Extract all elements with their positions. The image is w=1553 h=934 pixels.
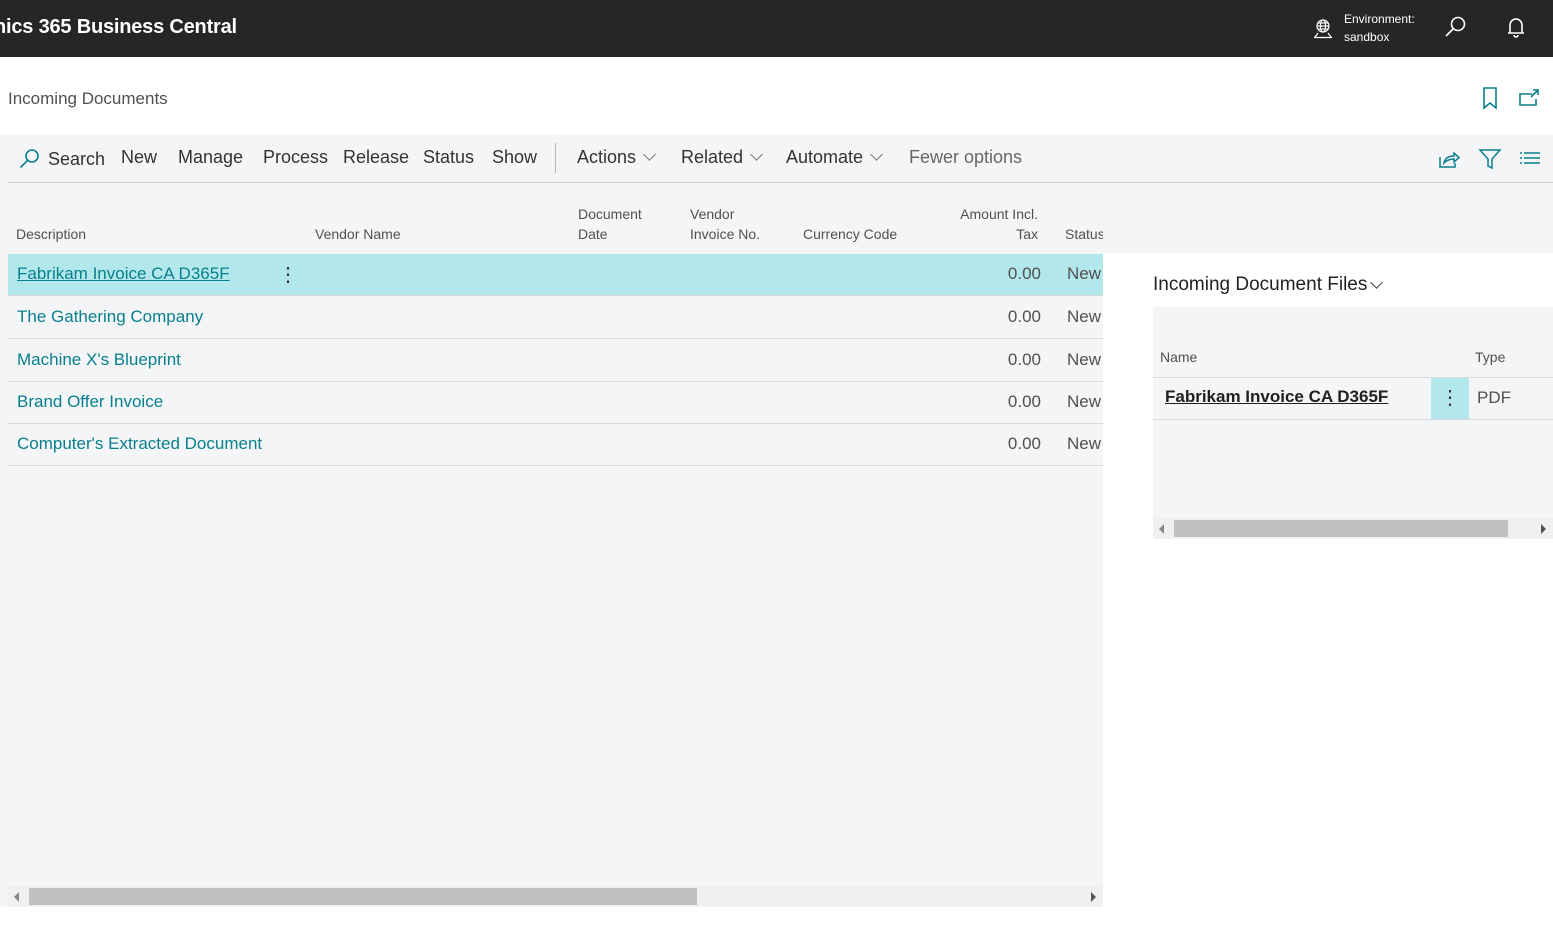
- search-icon[interactable]: [1443, 14, 1469, 40]
- table-row[interactable]: Brand Offer Invoice 0.00 New: [8, 382, 1103, 424]
- scroll-right-icon[interactable]: [1091, 892, 1096, 902]
- amount-cell: 0.00: [1007, 264, 1041, 283]
- filter-icon[interactable]: [1478, 147, 1502, 171]
- description-link[interactable]: Fabrikam Invoice CA D365F: [17, 264, 230, 284]
- table-row[interactable]: Machine X's Blueprint 0.00 New: [8, 340, 1103, 382]
- app-title: nics 365 Business Central: [0, 16, 237, 38]
- related-menu[interactable]: Related: [681, 147, 763, 168]
- file-row-menu-icon[interactable]: ⋮: [1431, 378, 1469, 419]
- column-header-description[interactable]: Description: [16, 224, 86, 244]
- divider: [1153, 377, 1553, 378]
- show-menu[interactable]: Show: [492, 147, 537, 168]
- amount-cell: 0.00: [1007, 392, 1041, 411]
- environment-label: Environment:: [1344, 12, 1415, 26]
- scroll-left-icon[interactable]: [14, 892, 19, 902]
- environment-indicator[interactable]: Environment: sandbox: [1312, 10, 1415, 46]
- automate-menu[interactable]: Automate: [786, 147, 883, 168]
- popout-icon[interactable]: [1518, 88, 1540, 108]
- factbox-title-text: Incoming Document Files: [1153, 274, 1368, 295]
- chevron-down-icon: [643, 148, 656, 161]
- column-header-text: Date: [578, 226, 608, 242]
- toolbar-separator: [555, 143, 556, 173]
- description-link[interactable]: The Gathering Company: [17, 307, 203, 327]
- column-header-text: Invoice No.: [690, 226, 761, 242]
- fewer-options-button[interactable]: Fewer options: [909, 147, 1022, 168]
- description-link[interactable]: Machine X's Blueprint: [17, 350, 181, 370]
- file-type-cell: PDF: [1477, 388, 1511, 407]
- scrollbar-thumb[interactable]: [29, 888, 697, 905]
- scroll-right-icon[interactable]: [1541, 524, 1546, 534]
- automate-label: Automate: [786, 147, 864, 167]
- divider: [1153, 419, 1553, 420]
- status-cell: New: [1067, 434, 1102, 453]
- description-link[interactable]: Computer's Extracted Document: [17, 434, 262, 454]
- factbox-horizontal-scrollbar[interactable]: [1153, 518, 1553, 539]
- page-title: Incoming Documents: [8, 89, 168, 108]
- related-label: Related: [681, 147, 744, 167]
- column-header-text: Tax: [1016, 226, 1038, 242]
- manage-menu[interactable]: Manage: [178, 147, 243, 168]
- status-cell: New: [1067, 264, 1102, 283]
- list-view-icon[interactable]: [1518, 147, 1542, 171]
- chevron-down-icon: [1370, 275, 1384, 289]
- amount-cell: 0.00: [1007, 307, 1041, 326]
- amount-cell: 0.00: [1007, 350, 1041, 369]
- bookmark-icon[interactable]: [1480, 86, 1500, 110]
- factbox-column-type[interactable]: Type: [1475, 349, 1505, 365]
- status-cell: New: [1067, 392, 1102, 411]
- status-cell: New: [1067, 307, 1102, 326]
- column-header-amount-incl-tax[interactable]: Amount Incl. Tax: [940, 204, 1038, 244]
- search-label: Search: [48, 148, 106, 169]
- list-horizontal-scrollbar[interactable]: [8, 886, 1103, 907]
- column-header-text: Document: [578, 206, 642, 222]
- release-menu[interactable]: Release: [343, 147, 409, 168]
- table-row[interactable]: The Gathering Company 0.00 New: [8, 297, 1103, 339]
- description-link[interactable]: Brand Offer Invoice: [17, 392, 163, 412]
- table-row[interactable]: Computer's Extracted Document 0.00 New: [8, 424, 1103, 466]
- new-button[interactable]: New: [121, 147, 157, 168]
- environment-value: sandbox: [1344, 30, 1390, 44]
- row-menu-icon[interactable]: ⋮: [278, 262, 298, 287]
- status-menu[interactable]: Status: [423, 147, 474, 168]
- column-header-document-date[interactable]: Document Date: [578, 204, 642, 244]
- bell-icon[interactable]: [1503, 14, 1529, 40]
- share-icon[interactable]: [1437, 147, 1461, 171]
- globe-icon: [1314, 19, 1332, 39]
- process-menu[interactable]: Process: [263, 147, 328, 168]
- table-row[interactable]: Fabrikam Invoice CA D365F ⋮ 0.00 New: [8, 254, 1103, 296]
- search-button[interactable]: Search: [18, 147, 105, 171]
- column-header-status[interactable]: Status: [1065, 224, 1103, 244]
- actions-menu[interactable]: Actions: [577, 147, 656, 168]
- column-header-text: Amount Incl.: [960, 206, 1038, 222]
- scroll-left-icon[interactable]: [1159, 524, 1164, 534]
- column-header-vendor-name[interactable]: Vendor Name: [315, 224, 401, 244]
- column-header-vendor-invoice-no[interactable]: Vendor Invoice No.: [690, 204, 760, 244]
- chevron-down-icon: [750, 148, 763, 161]
- column-header-currency-code[interactable]: Currency Code: [803, 224, 897, 244]
- factbox-title[interactable]: Incoming Document Files: [1153, 274, 1384, 296]
- factbox-column-name[interactable]: Name: [1160, 349, 1197, 365]
- factbox-panel: [1153, 307, 1553, 539]
- app-header: nics 365 Business Central Environment: s…: [0, 0, 1553, 57]
- amount-cell: 0.00: [1007, 434, 1041, 453]
- chevron-down-icon: [870, 148, 883, 161]
- file-name-link[interactable]: Fabrikam Invoice CA D365F: [1165, 387, 1388, 407]
- status-cell: New: [1067, 350, 1102, 369]
- column-header-text: Vendor: [690, 206, 735, 222]
- actions-label: Actions: [577, 147, 637, 167]
- scrollbar-thumb[interactable]: [1174, 520, 1508, 537]
- search-icon: [19, 149, 39, 169]
